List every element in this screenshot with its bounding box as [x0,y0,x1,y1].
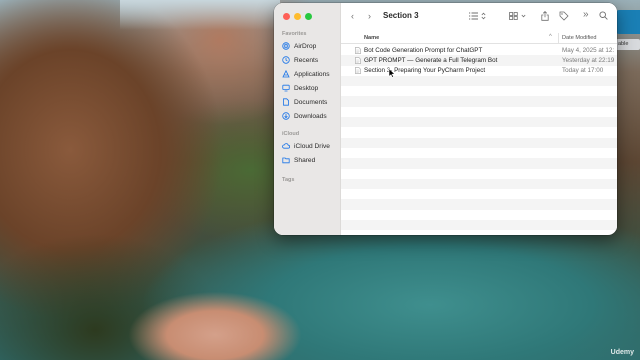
sidebar-item-downloads[interactable]: Downloads [282,111,327,121]
window-title: Section 3 [383,11,419,20]
empty-row [341,75,617,87]
cloud-icon [282,142,290,150]
tag-button[interactable] [559,11,569,23]
mouse-cursor-icon [388,68,396,78]
empty-row [341,158,617,169]
empty-row [341,230,617,235]
date-modified-column-header[interactable]: Date Modified [562,35,597,41]
airdrop-icon [282,42,290,50]
icloud-header: iCloud [282,131,300,137]
document-icon [282,98,290,106]
minimize-button[interactable] [294,13,301,20]
grid-view-chevron[interactable] [521,12,526,22]
sidebar-item-label: Applications [294,70,330,78]
share-button[interactable] [541,11,549,23]
favorites-header: Favorites [282,31,307,37]
tags-header: Tags [282,177,295,183]
file-date: May 4, 2025 at 12: [562,46,615,54]
traffic-lights [283,13,312,20]
empty-row [341,137,617,148]
sidebar-item-airdrop[interactable]: AirDrop [282,41,316,51]
wallpaper-sky [120,0,280,30]
sidebar: Favorites AirDrop Recents Applications D… [274,3,341,235]
empty-row [341,210,617,220]
file-row[interactable]: Bot Code Generation Prompt for ChatGPT M… [341,45,617,55]
grid-view-button[interactable] [509,12,518,22]
tag-icon [559,11,569,21]
file-name: Bot Code Generation Prompt for ChatGPT [364,46,483,54]
file-row[interactable]: Section 3- Preparing Your PyCharm Projec… [341,66,617,76]
file-list: Bot Code Generation Prompt for ChatGPT M… [341,45,617,235]
sidebar-item-label: Documents [294,98,328,106]
forward-button[interactable]: › [368,11,371,21]
share-icon [541,11,549,21]
chevron-down-icon [521,14,526,18]
more-button[interactable]: » [583,10,589,20]
search-button[interactable] [599,11,608,22]
file-name: GPT PROMPT — Generate a Full Telegram Bo… [364,56,498,64]
empty-row [341,127,617,137]
list-view-icon [469,12,478,20]
finder-window: Favorites AirDrop Recents Applications D… [274,3,617,235]
search-icon [599,11,608,20]
sidebar-item-documents[interactable]: Documents [282,97,327,107]
desktop-icon [282,84,290,92]
sidebar-item-label: Downloads [294,112,327,120]
sidebar-item-label: Desktop [294,84,319,92]
empty-row [341,220,617,231]
empty-row [341,86,617,96]
empty-row [341,96,617,107]
sidebar-item-label: iCloud Drive [294,142,330,150]
sidebar-item-desktop[interactable]: Desktop [282,83,318,93]
sidebar-item-label: AirDrop [294,42,317,50]
grid-view-icon [509,12,518,20]
empty-row [341,199,617,210]
empty-row [341,178,617,190]
empty-row [341,117,617,128]
column-header: Name ^ Date Modified [341,32,617,44]
sidebar-item-label: Recents [294,56,319,64]
sidebar-item-applications[interactable]: Applications [282,69,330,79]
sort-chevron-icon[interactable]: ^ [549,34,552,40]
column-divider[interactable] [558,33,559,43]
file-date: Today at 17:00 [562,67,604,75]
sidebar-item-shared[interactable]: Shared [282,155,315,165]
empty-row [341,148,617,158]
empty-row [341,169,617,179]
watermark: Udemy [610,349,634,356]
sidebar-item-label: Shared [294,156,316,164]
applications-icon [282,70,290,78]
empty-row [341,189,617,199]
name-column-header[interactable]: Name [364,35,379,41]
empty-row [341,107,617,117]
close-button[interactable] [283,13,290,20]
list-view-button[interactable] [469,12,479,22]
text-file-icon [355,56,361,64]
back-button[interactable]: ‹ [351,11,354,21]
file-row[interactable]: GPT PROMPT — Generate a Full Telegram Bo… [341,55,617,66]
text-file-icon [355,67,361,74]
sidebar-item-icloud-drive[interactable]: iCloud Drive [282,141,330,151]
file-date: Yesterday at 22:19 [562,56,615,64]
updown-chevron-icon [481,12,486,20]
toolbar: ‹ › Section 3 » [341,3,617,30]
partial-app-icon[interactable] [616,10,640,34]
zoom-button[interactable] [305,13,312,20]
partial-window-label: able [614,39,640,50]
shared-folder-icon [282,156,290,164]
clock-icon [282,56,290,64]
download-icon [282,112,290,120]
sort-stepper[interactable] [481,12,486,22]
sidebar-item-recents[interactable]: Recents [282,55,318,65]
text-file-icon [355,46,361,54]
